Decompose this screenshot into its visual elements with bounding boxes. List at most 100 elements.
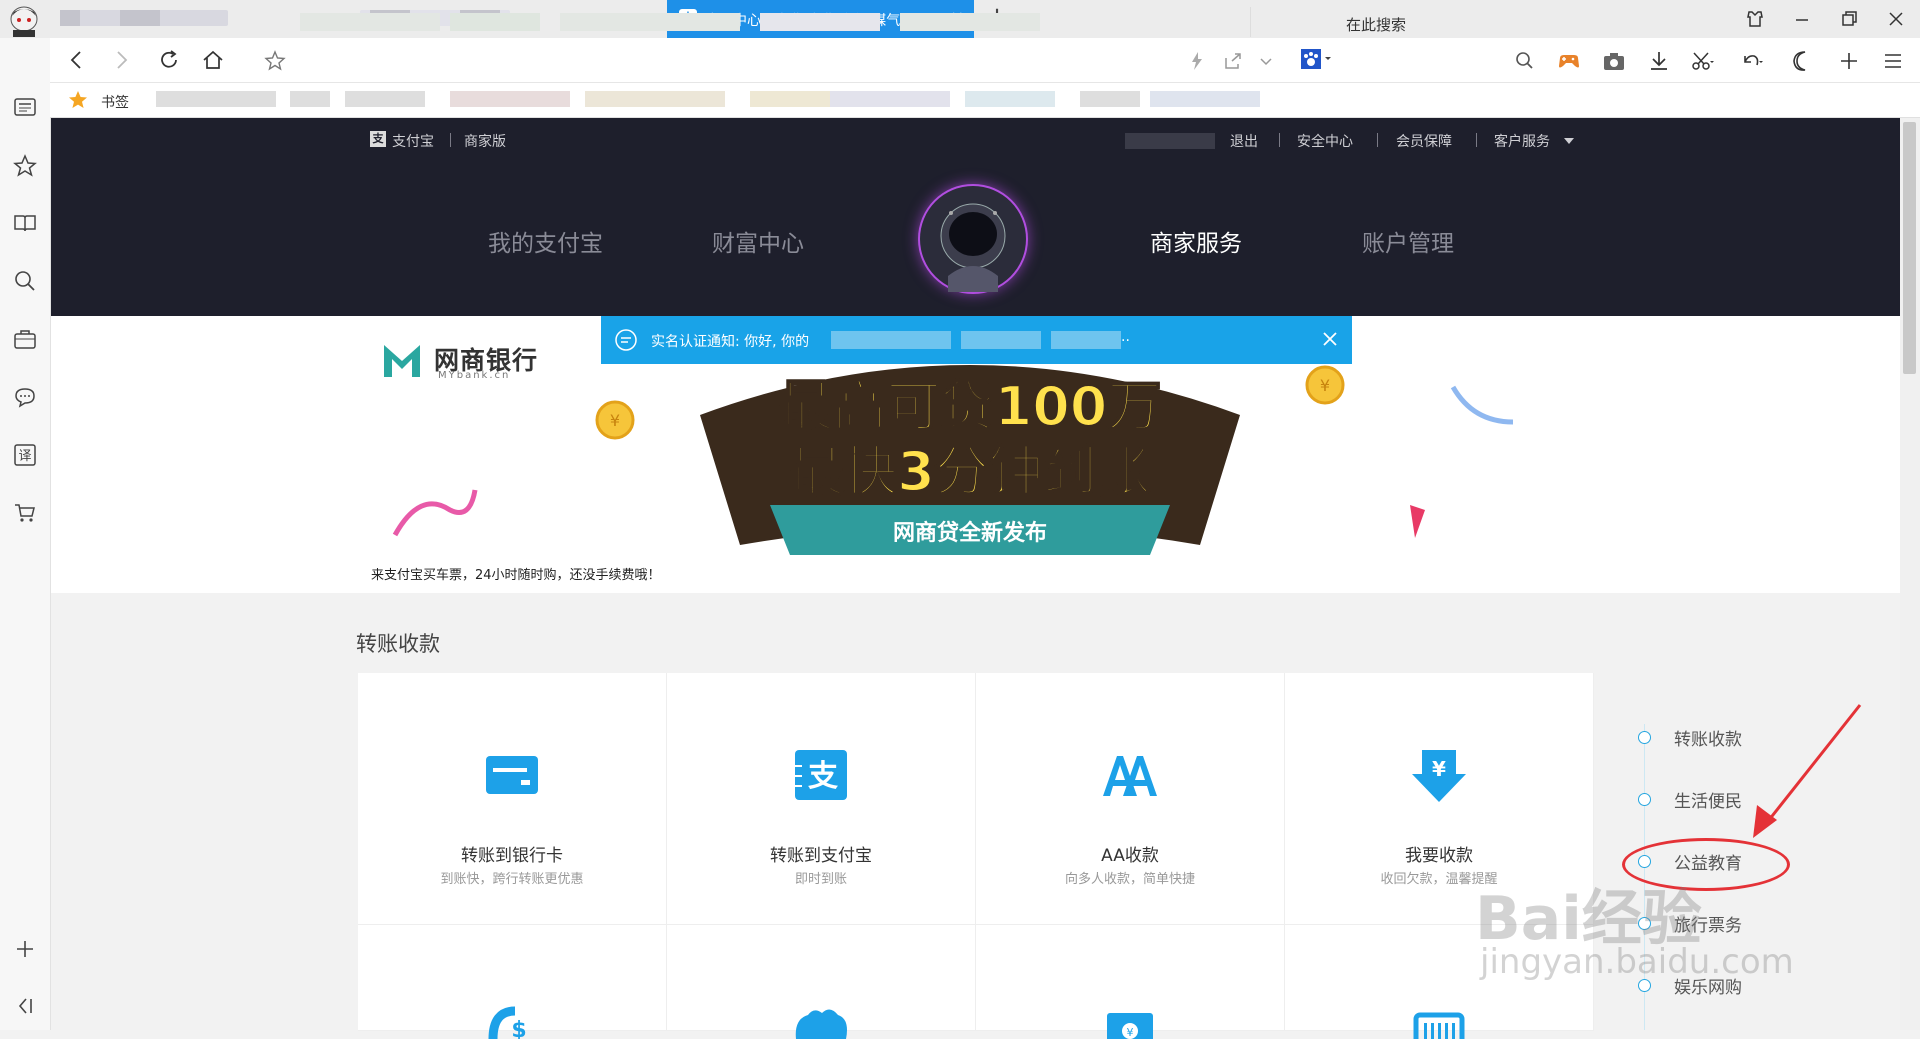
message-bubble-icon bbox=[615, 329, 637, 351]
restore-icon[interactable] bbox=[1836, 6, 1862, 32]
home-icon[interactable] bbox=[200, 47, 226, 73]
chat-bubble-icon[interactable] bbox=[12, 384, 38, 410]
search-submit-icon[interactable] bbox=[1512, 48, 1538, 74]
real-name-notice[interactable]: 实名认证通知: 你好, 你的 .. bbox=[601, 316, 1352, 364]
scissors-icon[interactable] bbox=[1689, 48, 1715, 74]
search-engine-paw-icon[interactable] bbox=[1300, 48, 1334, 70]
index-dot bbox=[1638, 793, 1651, 806]
bookmarks-label[interactable]: 书签 bbox=[101, 92, 129, 112]
blurred-bookmark[interactable] bbox=[450, 91, 570, 107]
card-item[interactable] bbox=[667, 925, 976, 1039]
bank-card-icon bbox=[486, 756, 538, 794]
reading-book-icon[interactable] bbox=[12, 210, 38, 236]
card-item[interactable]: ¥ bbox=[976, 925, 1285, 1039]
heart-cloud-icon bbox=[795, 1009, 847, 1039]
index-life-services[interactable]: 生活便民 bbox=[1674, 787, 1742, 812]
shopping-cart-icon[interactable] bbox=[12, 500, 38, 526]
refresh-icon[interactable] bbox=[156, 47, 182, 73]
toolbox-icon[interactable] bbox=[12, 326, 38, 352]
divider bbox=[1476, 133, 1477, 147]
confetti-ribbon bbox=[1410, 505, 1425, 538]
back-icon[interactable] bbox=[64, 47, 90, 73]
nav-account-management[interactable]: 账户管理 bbox=[1362, 224, 1454, 258]
profile-avatar-icon[interactable] bbox=[4, 4, 44, 38]
svg-text:$: $ bbox=[511, 1018, 526, 1039]
blurred-bookmark[interactable] bbox=[585, 91, 725, 107]
bill-barcode-icon bbox=[1413, 1012, 1465, 1039]
card-aa-collection[interactable]: AA收款 向多人收款，简单快捷 bbox=[976, 673, 1285, 925]
nav-merchant-services[interactable]: 商家服务 bbox=[1150, 224, 1242, 258]
extensions-plus-icon[interactable] bbox=[1836, 48, 1862, 74]
divider bbox=[1279, 133, 1280, 147]
share-icon[interactable] bbox=[1220, 48, 1246, 74]
notice-ellipsis: .. bbox=[1121, 329, 1130, 345]
card-transfer-to-bank[interactable]: 转账到银行卡 到账快，跨行转账更优惠 bbox=[358, 673, 667, 925]
confetti-ribbon bbox=[1450, 385, 1514, 425]
svg-text:译: 译 bbox=[18, 449, 31, 464]
collapse-sidebar-icon[interactable] bbox=[12, 993, 38, 1019]
nav-my-alipay[interactable]: 我的支付宝 bbox=[488, 224, 603, 258]
minimize-icon[interactable] bbox=[1789, 6, 1815, 32]
bookmarks-star-icon bbox=[69, 91, 87, 108]
forward-icon[interactable] bbox=[108, 47, 134, 73]
blurred-bookmark[interactable] bbox=[1150, 91, 1260, 107]
merchant-edition-link[interactable]: 商家版 bbox=[464, 131, 506, 151]
svg-text:支: 支 bbox=[808, 759, 838, 794]
lightning-icon[interactable] bbox=[1184, 48, 1210, 74]
close-icon[interactable] bbox=[1320, 329, 1340, 349]
card-title: 转账到支付宝 bbox=[770, 846, 872, 866]
blurred-bookmark[interactable] bbox=[965, 91, 1055, 107]
translate-icon[interactable]: 译 bbox=[12, 442, 38, 468]
caret-down-icon[interactable] bbox=[1563, 136, 1575, 146]
scrollbar-thumb[interactable] bbox=[1903, 122, 1916, 374]
nav-wealth-center[interactable]: 财富中心 bbox=[712, 224, 804, 258]
chevron-down-icon[interactable] bbox=[1253, 48, 1279, 74]
card-item[interactable]: $ bbox=[358, 925, 667, 1039]
customer-service-link[interactable]: 客户服务 bbox=[1494, 131, 1550, 151]
search-box[interactable] bbox=[1250, 7, 1581, 37]
bank-domain: MYbank.cn bbox=[438, 370, 511, 381]
undo-close-icon[interactable] bbox=[1738, 48, 1764, 74]
member-protection-link[interactable]: 会员保障 bbox=[1396, 131, 1452, 151]
alipay-brand[interactable]: 支付宝 bbox=[392, 131, 434, 151]
ribbon-text: 网商贷全新发布 bbox=[893, 520, 1047, 546]
mybank-logo-icon bbox=[384, 345, 420, 377]
index-transfer[interactable]: 转账收款 bbox=[1674, 725, 1742, 750]
blurred-bookmark[interactable] bbox=[830, 91, 950, 107]
svg-text:¥: ¥ bbox=[610, 411, 620, 430]
svg-text:¥: ¥ bbox=[1127, 1026, 1134, 1039]
headline-line-2: 最快3分钟到账 bbox=[789, 440, 1151, 503]
blurred-bookmark[interactable] bbox=[345, 91, 425, 107]
news-icon[interactable] bbox=[12, 94, 38, 120]
blurred-bookmark[interactable] bbox=[750, 91, 830, 107]
browser-toolbar bbox=[50, 38, 1920, 83]
divider bbox=[450, 133, 451, 147]
user-avatar[interactable] bbox=[920, 186, 1026, 292]
blurred-tab[interactable] bbox=[60, 10, 228, 26]
card-title: 我要收款 bbox=[1405, 846, 1473, 866]
card-transfer-to-alipay[interactable]: 支 转账到支付宝 即时到账 bbox=[667, 673, 976, 925]
add-sidebar-item-icon[interactable] bbox=[12, 936, 38, 962]
svg-text:¥: ¥ bbox=[1320, 376, 1330, 395]
logout-link[interactable]: 退出 bbox=[1230, 131, 1258, 151]
blurred-bookmark[interactable] bbox=[1080, 91, 1140, 107]
night-mode-moon-icon[interactable] bbox=[1789, 48, 1815, 74]
download-icon[interactable] bbox=[1646, 48, 1672, 74]
screenshot-camera-icon[interactable] bbox=[1601, 48, 1627, 74]
favorites-star-icon[interactable] bbox=[12, 153, 38, 179]
search-icon[interactable] bbox=[12, 268, 38, 294]
card-title: 转账到银行卡 bbox=[461, 846, 563, 866]
alipay-transfer-icon: 支 bbox=[795, 750, 847, 800]
credit-repay-icon: $ bbox=[488, 1006, 527, 1039]
game-controller-icon[interactable] bbox=[1556, 48, 1582, 74]
blurred-bookmark[interactable] bbox=[156, 91, 276, 107]
security-center-link[interactable]: 安全中心 bbox=[1297, 131, 1353, 151]
menu-icon[interactable] bbox=[1880, 48, 1906, 74]
annotation-arrow-icon bbox=[1753, 704, 1862, 838]
close-window-icon[interactable] bbox=[1883, 6, 1909, 32]
skin-icon[interactable] bbox=[1742, 6, 1768, 32]
bookmark-star-icon[interactable] bbox=[262, 48, 288, 74]
card-subtitle: 即时到账 bbox=[794, 872, 847, 887]
address-bar[interactable] bbox=[300, 13, 1150, 31]
blurred-bookmark[interactable] bbox=[290, 91, 330, 107]
